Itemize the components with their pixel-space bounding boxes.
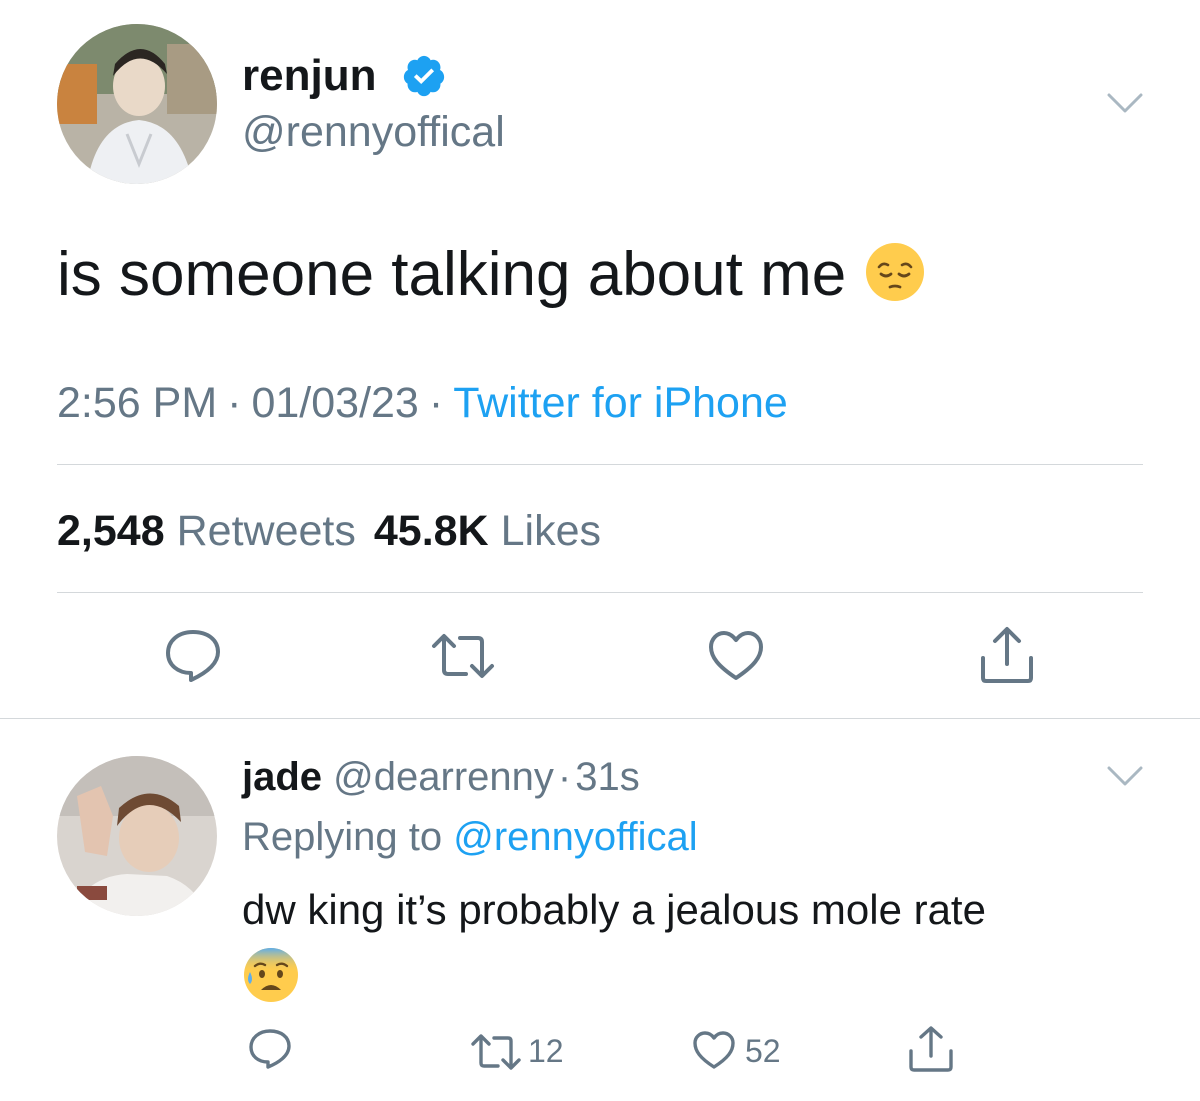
share-icon[interactable] (908, 1025, 954, 1073)
chevron-down-icon[interactable] (1107, 765, 1143, 787)
author-display-name[interactable]: renjun (242, 50, 376, 102)
share-icon[interactable] (979, 626, 1035, 684)
divider (57, 464, 1143, 465)
reply-text: dw king it’s probably a jealous mole rat… (242, 886, 986, 933)
reply-icon[interactable] (248, 1028, 292, 1070)
reply-display-name[interactable]: jade (242, 755, 322, 799)
reply-handle[interactable]: @dearrenny (333, 755, 554, 799)
likes-stat[interactable]: 45.8K Likes (374, 507, 601, 555)
replying-to: Replying to @rennyoffical (242, 812, 698, 862)
reply-like-count: 52 (745, 1033, 781, 1069)
chevron-down-icon[interactable] (1107, 92, 1143, 114)
divider (0, 718, 1200, 719)
retweets-stat[interactable]: 2,548 Retweets (57, 507, 356, 555)
heart-icon[interactable] (708, 630, 764, 682)
retweet-icon[interactable] (470, 1033, 522, 1071)
tweet-meta: 2:56 PM · 01/03/23 · Twitter for iPhone (57, 377, 788, 429)
reply-time: 31s (575, 755, 640, 799)
tweet-text: is someone talking about me (57, 237, 926, 321)
likes-count: 45.8K (373, 507, 489, 555)
anxious-face-with-sweat-emoji (242, 946, 300, 1009)
retweet-icon[interactable] (430, 632, 496, 680)
tweet-body: is someone talking about me (57, 240, 847, 309)
author-handle[interactable]: @rennyoffical (242, 106, 505, 158)
reply-separator: · (557, 755, 572, 799)
meta-separator: · (227, 379, 242, 427)
verified-badge-icon (403, 55, 445, 97)
replying-mention-link[interactable]: @rennyoffical (453, 815, 697, 859)
tweet-source-link[interactable]: Twitter for iPhone (453, 379, 788, 427)
reply-author-avatar[interactable] (57, 756, 217, 916)
tweet-stats: 2,548 Retweets 45.8K Likes (57, 505, 601, 557)
tweet-time: 2:56 PM (57, 379, 218, 427)
divider (57, 592, 1143, 593)
likes-label: Likes (500, 507, 601, 555)
author-avatar[interactable] (57, 24, 217, 184)
tweet-date: 01/03/23 (251, 379, 419, 427)
reply-retweet-count: 12 (528, 1033, 564, 1069)
heart-icon[interactable] (692, 1030, 736, 1070)
reply-icon[interactable] (164, 628, 222, 684)
meta-separator: · (428, 379, 444, 427)
pensive-face-emoji (864, 241, 926, 321)
retweets-count: 2,548 (57, 507, 165, 555)
reply-header: jade @dearrenny · 31s (242, 752, 640, 802)
retweets-label: Retweets (176, 507, 356, 555)
replying-label: Replying to (242, 815, 443, 859)
